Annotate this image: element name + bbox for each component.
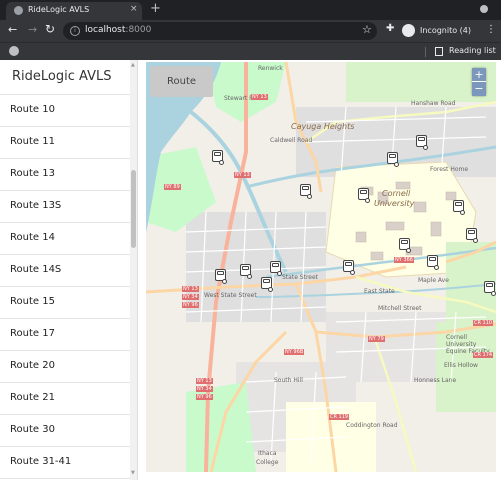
map-label: Honness Lane: [414, 377, 457, 384]
zoom-out-button[interactable]: −: [472, 82, 486, 96]
map-label: West State Street: [204, 292, 257, 299]
route-shield: NY 96: [196, 394, 213, 400]
route-shield: NY 89: [164, 184, 181, 190]
map-label: Ellis Hollow: [444, 362, 478, 369]
route-item[interactable]: Route 30: [0, 415, 130, 447]
map-view[interactable]: Cayuga Heights Cornell University Forest…: [146, 62, 496, 472]
scrollbar-track[interactable]: [130, 60, 137, 480]
route-sidebar: RideLogic AVLS Route 10 Route 11 Route 1…: [0, 60, 138, 480]
map-label: Caldwell Road: [270, 137, 313, 144]
reading-list-icon[interactable]: [435, 47, 443, 56]
bookmarks-bar: Reading list: [0, 42, 501, 60]
map-label: State Street: [282, 274, 319, 281]
map-label: Hanshaw Road: [411, 100, 456, 107]
incognito-icon[interactable]: [402, 24, 415, 37]
incognito-label[interactable]: Incognito (4): [420, 26, 471, 35]
map-label: Ithaca: [258, 450, 277, 457]
divider: [425, 47, 426, 57]
url-text[interactable]: localhost:8000: [85, 25, 151, 35]
kebab-icon[interactable]: ⋮: [486, 24, 496, 35]
route-shield: NY 34: [196, 386, 213, 392]
route-item[interactable]: Route 17: [0, 319, 130, 351]
scroll-down-icon[interactable]: ▼: [131, 470, 135, 476]
zoom-in-button[interactable]: +: [472, 68, 486, 82]
bus-marker-icon[interactable]: [270, 261, 282, 276]
route-shield: NY 13: [182, 286, 199, 292]
route-shield: CR 110: [473, 320, 494, 326]
browser-toolbar: ← → ↻ i localhost:8000 ☆ ✚ Incognito (4)…: [0, 20, 501, 42]
map-label: Maple Ave: [418, 277, 449, 284]
puzzle-icon[interactable]: ✚: [386, 23, 394, 34]
route-item[interactable]: Route 15: [0, 287, 130, 319]
zoom-control: + −: [472, 68, 486, 96]
bus-marker-icon[interactable]: [466, 228, 478, 243]
route-shield: NY 13: [196, 378, 213, 384]
bus-marker-icon[interactable]: [427, 255, 439, 270]
bus-marker-icon[interactable]: [484, 281, 496, 296]
new-tab-icon[interactable]: +: [150, 1, 161, 16]
route-shield: NY 13: [251, 94, 268, 100]
bus-marker-icon[interactable]: [261, 277, 273, 292]
star-icon[interactable]: ☆: [362, 23, 372, 36]
forward-arrow-icon[interactable]: →: [28, 23, 37, 36]
bus-marker-icon[interactable]: [343, 260, 355, 275]
bus-marker-icon[interactable]: [387, 152, 399, 167]
map-label: University: [374, 199, 415, 208]
scrollbar-thumb[interactable]: [131, 170, 136, 248]
globe-icon[interactable]: [9, 46, 19, 56]
map-label: South Hill: [274, 377, 303, 384]
route-shield: CR 174: [473, 352, 494, 358]
reading-list-label[interactable]: Reading list: [449, 46, 496, 55]
route-shield: NY 13: [234, 172, 251, 178]
back-arrow-icon[interactable]: ←: [8, 23, 17, 36]
route-shield: NY 34: [182, 294, 199, 300]
map-label: East State: [364, 288, 395, 295]
app-title: RideLogic AVLS: [12, 69, 112, 84]
tab-close-icon[interactable]: ×: [130, 4, 138, 14]
url-port: :8000: [125, 25, 152, 35]
browser-tab[interactable]: RideLogic AVLS ×: [6, 2, 142, 20]
map-label: Coddington Road: [346, 422, 398, 429]
bus-marker-icon[interactable]: [215, 269, 227, 284]
globe-icon: [14, 6, 23, 15]
route-item[interactable]: Route 11: [0, 127, 130, 159]
map-label: Forest Home: [430, 166, 469, 173]
map-label: Renwick: [258, 65, 283, 72]
bus-marker-icon[interactable]: [300, 184, 312, 199]
map-label: College: [256, 459, 279, 466]
route-item[interactable]: Route 31-41: [0, 447, 130, 479]
bus-marker-icon[interactable]: [453, 200, 465, 215]
route-item[interactable]: Route 13S: [0, 191, 130, 223]
map-label: Mitchell Street: [378, 305, 422, 312]
route-list: Route 10 Route 11 Route 13 Route 13S Rou…: [0, 94, 130, 479]
route-shield: CR 119: [329, 414, 350, 420]
route-shield: NY 96: [182, 302, 199, 308]
bus-marker-icon[interactable]: [416, 135, 428, 150]
info-icon[interactable]: i: [70, 26, 80, 36]
bus-marker-icon[interactable]: [358, 188, 370, 203]
route-button[interactable]: Route: [150, 66, 213, 97]
route-item[interactable]: Route 20: [0, 351, 130, 383]
reload-icon[interactable]: ↻: [45, 22, 55, 36]
route-item[interactable]: Route 10: [0, 95, 130, 127]
scroll-up-icon[interactable]: ▲: [131, 62, 135, 68]
route-item[interactable]: Route 13: [0, 159, 130, 191]
route-shield: NY 96B: [284, 349, 305, 355]
route-shield: NY 79: [368, 336, 385, 342]
address-bar[interactable]: i localhost:8000 ☆: [63, 22, 377, 40]
bus-marker-icon[interactable]: [240, 264, 252, 279]
route-item[interactable]: Route 14S: [0, 255, 130, 287]
map-label: Cayuga Heights: [291, 122, 355, 131]
browser-tab-strip: RideLogic AVLS × +: [0, 0, 501, 20]
route-shield: NY 366: [394, 257, 414, 263]
route-item[interactable]: Route 21: [0, 383, 130, 415]
tab-search-icon[interactable]: [480, 5, 488, 13]
url-host: localhost: [85, 25, 126, 35]
map-label: Cornell: [382, 189, 411, 198]
tab-title: RideLogic AVLS: [28, 5, 90, 14]
route-item[interactable]: Route 14: [0, 223, 130, 255]
bus-marker-icon[interactable]: [212, 150, 224, 165]
bus-marker-icon[interactable]: [399, 238, 411, 253]
